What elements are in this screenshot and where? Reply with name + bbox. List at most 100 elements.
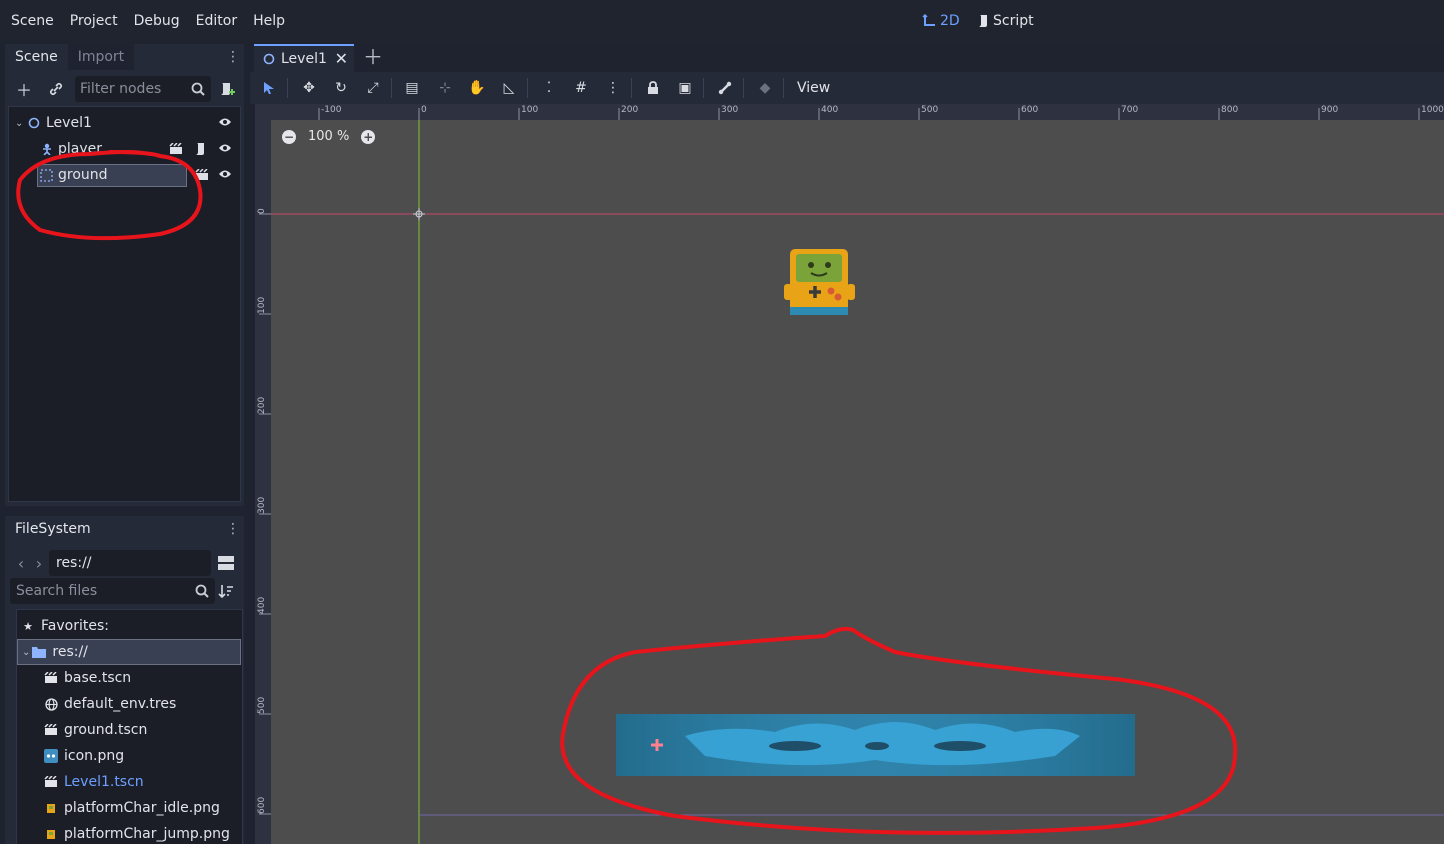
- close-icon[interactable]: ✕: [335, 49, 348, 68]
- menu-bar: Scene Project Debug Editor Help 2D Scrip…: [0, 0, 1444, 42]
- list-select-icon[interactable]: ▤: [401, 77, 423, 99]
- mode-script-button[interactable]: Script: [977, 0, 1034, 42]
- instance-scene-icon[interactable]: [216, 78, 238, 100]
- mode-script-label: Script: [993, 13, 1034, 29]
- file-item[interactable]: platformChar_jump.png: [44, 821, 230, 844]
- scene-dock: Scene Import ⋮ ＋ Filter nodes ⌄ Level1 p…: [5, 44, 244, 506]
- camera-icon[interactable]: ◆: [754, 77, 776, 99]
- star-icon: ★: [23, 619, 33, 633]
- zoom-out-icon[interactable]: −: [282, 129, 296, 144]
- group-icon[interactable]: ▣: [674, 77, 696, 99]
- file-label: platformChar_idle.png: [64, 800, 220, 816]
- kinematic-body-icon: [40, 142, 54, 156]
- tab-scene[interactable]: Scene: [5, 44, 68, 70]
- visibility-eye-icon[interactable]: [218, 142, 232, 156]
- menu-debug[interactable]: Debug: [126, 0, 188, 42]
- menu-scene[interactable]: Scene: [0, 0, 62, 42]
- favorites-item[interactable]: ★ Favorites:: [21, 613, 109, 639]
- snap-options-icon[interactable]: ⋮: [602, 77, 624, 99]
- script-attached-icon[interactable]: [193, 142, 207, 156]
- ruler-label: 200: [621, 105, 639, 115]
- script-icon: [979, 15, 987, 27]
- snap-toggle-icon[interactable]: ⁚: [538, 77, 560, 99]
- link-icon[interactable]: [45, 78, 67, 100]
- pivot-icon[interactable]: ⊹: [434, 77, 456, 99]
- tree-node-level1[interactable]: ⌄ Level1: [9, 111, 240, 135]
- bone-icon[interactable]: [714, 77, 736, 99]
- split-view-icon[interactable]: [215, 552, 237, 574]
- toolbar-separator: [703, 78, 704, 98]
- 2d-axis-icon: [922, 14, 935, 26]
- forward-arrow-icon[interactable]: ›: [28, 552, 50, 574]
- node2d-icon: [27, 116, 41, 130]
- ruler-label: 700: [1121, 105, 1139, 115]
- canvas-toolbar: ✥ ↻ ⤢ ▤ ⊹ ✋ ◺ ⁚ # ⋮ ▣ ◆ View: [250, 72, 1444, 104]
- rotate-mode-icon[interactable]: ↻: [330, 77, 352, 99]
- tree-node-ground[interactable]: ground: [9, 163, 240, 187]
- scene-toolbar: ＋ Filter nodes: [5, 75, 244, 103]
- scale-mode-icon[interactable]: ⤢: [362, 77, 384, 99]
- search-row: Search files: [5, 578, 244, 604]
- toolbar-separator: [631, 78, 632, 98]
- file-tree: ★ Favorites: ⌄ res:// base.tscn default_…: [16, 609, 243, 844]
- tab-level1-label: Level1: [281, 51, 327, 67]
- view-menu-button[interactable]: View: [797, 72, 830, 104]
- move-mode-icon[interactable]: ✥: [298, 77, 320, 99]
- collapse-arrow-icon[interactable]: ⌄: [15, 118, 23, 129]
- open-scene-icon[interactable]: [195, 168, 209, 182]
- ruler-icon[interactable]: ◺: [498, 77, 520, 99]
- sprite-image-icon: [44, 827, 58, 841]
- menu-project[interactable]: Project: [62, 0, 126, 42]
- file-item[interactable]: default_env.tres: [44, 691, 176, 717]
- static-body-icon: [39, 168, 53, 182]
- file-item[interactable]: base.tscn: [44, 665, 131, 691]
- tab-import[interactable]: Import: [67, 44, 135, 70]
- toolbar-separator: [391, 78, 392, 98]
- tab-filesystem[interactable]: FileSystem: [5, 516, 101, 542]
- file-label: platformChar_jump.png: [64, 826, 230, 842]
- file-item[interactable]: platformChar_idle.png: [44, 795, 220, 821]
- ruler-label: 500: [257, 696, 267, 714]
- dock-menu-icon[interactable]: ⋮: [226, 520, 240, 538]
- ruler-label: 400: [821, 105, 839, 115]
- add-node-icon[interactable]: ＋: [13, 78, 35, 100]
- zoom-in-icon[interactable]: +: [361, 129, 376, 144]
- visibility-eye-icon[interactable]: [218, 116, 232, 130]
- zoom-level[interactable]: 100 %: [308, 129, 349, 144]
- viewport-canvas: [271, 120, 1444, 844]
- pan-hand-icon[interactable]: ✋: [466, 77, 488, 99]
- ruler-label: 400: [257, 596, 267, 614]
- collapse-arrow-icon[interactable]: ⌄: [22, 647, 30, 658]
- player-sprite: [784, 249, 855, 315]
- ruler-left: 0 100 200 300 400 500 600: [255, 104, 271, 844]
- tree-node-player[interactable]: player: [9, 137, 240, 161]
- file-item-current[interactable]: Level1.tscn: [44, 769, 144, 795]
- mode-2d-button[interactable]: 2D: [922, 0, 960, 42]
- folder-icon: [32, 645, 47, 659]
- ruler-label: 300: [257, 496, 267, 514]
- node2d-icon: [263, 53, 275, 65]
- menu-editor[interactable]: Editor: [188, 0, 245, 42]
- grid-snap-icon[interactable]: #: [570, 77, 592, 99]
- sort-icon[interactable]: [215, 580, 237, 602]
- res-root-item[interactable]: ⌄ res://: [17, 639, 241, 665]
- path-input[interactable]: res://: [49, 550, 211, 576]
- ruler-label: 0: [421, 105, 427, 115]
- visibility-eye-icon[interactable]: [218, 168, 232, 182]
- file-label: base.tscn: [64, 670, 132, 686]
- tab-level1[interactable]: Level1 ✕: [254, 44, 354, 72]
- search-files-input[interactable]: Search files: [10, 578, 215, 604]
- menu-help[interactable]: Help: [245, 0, 293, 42]
- canvas-viewport[interactable]: -100 0 100 200 300 400 500 600 700 800 9…: [255, 104, 1444, 844]
- file-item[interactable]: icon.png: [44, 743, 124, 769]
- scene-file-icon: [44, 775, 58, 789]
- select-mode-icon[interactable]: [258, 77, 280, 99]
- open-scene-icon[interactable]: [169, 142, 183, 156]
- toolbar-separator: [287, 78, 288, 98]
- lock-icon[interactable]: [642, 77, 664, 99]
- filesystem-dock: FileSystem ⋮ ‹ › res:// Search files ★ F…: [5, 516, 244, 844]
- dock-menu-icon[interactable]: ⋮: [226, 48, 240, 66]
- file-item[interactable]: ground.tscn: [44, 717, 147, 743]
- add-scene-tab-icon[interactable]: ＋: [363, 46, 383, 68]
- filter-nodes-input[interactable]: Filter nodes: [75, 76, 211, 102]
